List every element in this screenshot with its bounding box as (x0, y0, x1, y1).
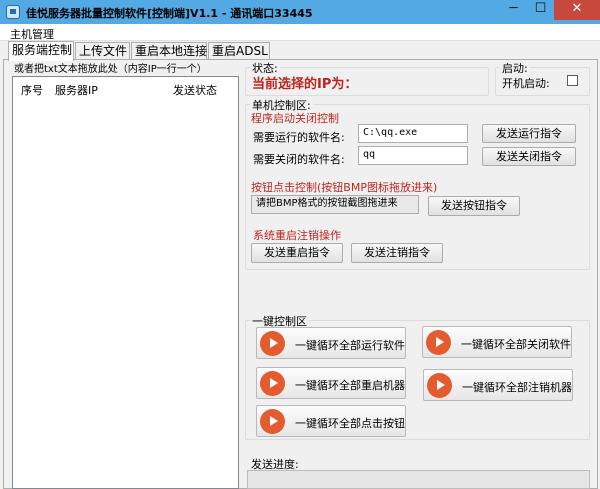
system-restart-heading: 系统重启注销操作 (253, 229, 341, 242)
autostart-checkbox[interactable] (567, 75, 578, 86)
close-software-label: 需要关闭的软件名: (253, 153, 345, 166)
button-click-heading: 按钮点击控制(按钮BMP图标拖放进来) (251, 181, 438, 194)
close-button[interactable]: ✕ (554, 0, 600, 20)
send-logoff-button[interactable]: 发送注销指令 (351, 243, 443, 263)
send-restart-button[interactable]: 发送重启指令 (251, 243, 343, 263)
run-all-button[interactable]: 一键循环全部运行软件 (256, 327, 406, 359)
minimize-button[interactable]: ─ (500, 0, 527, 20)
restart-all-label: 一键循环全部重启机器 (295, 379, 405, 392)
send-button-click-button[interactable]: 发送按钮指令 (428, 196, 520, 216)
column-header-server-ip[interactable]: 服务器IP (55, 82, 98, 98)
click-all-button[interactable]: 一键循环全部点击按钮 (256, 405, 406, 437)
column-header-send-status[interactable]: 发送状态 (173, 82, 217, 98)
maximize-button[interactable]: ☐ (527, 0, 554, 20)
close-software-input[interactable]: qq (358, 146, 468, 165)
window-title: 佳悦服务器批量控制软件[控制端]V1.1 - 通讯端口33445 (26, 7, 313, 20)
play-icon (260, 331, 285, 356)
program-control-heading: 程序启动关闭控制 (251, 112, 339, 125)
logoff-all-label: 一键循环全部注销机器 (462, 381, 572, 394)
play-icon (427, 373, 452, 398)
run-software-input[interactable]: C:\qq.exe (358, 124, 468, 143)
click-all-label: 一键循环全部点击按钮 (295, 417, 405, 430)
server-list[interactable]: 序号 服务器IP 发送状态 (12, 76, 239, 489)
app-icon (6, 5, 20, 19)
autostart-label: 开机启动: (502, 77, 550, 90)
tab-restart-local-connection[interactable]: 重启本地连接 (131, 42, 207, 60)
column-header-index[interactable]: 序号 (21, 82, 43, 98)
menu-bar: 主机管理 (0, 24, 600, 41)
close-all-label: 一键循环全部关闭软件 (461, 338, 571, 351)
tab-upload-file[interactable]: 上传文件 (75, 42, 130, 60)
send-progress-bar (247, 470, 590, 489)
play-icon (426, 330, 451, 355)
title-bar: 佳悦服务器批量控制软件[控制端]V1.1 - 通讯端口33445 ─ ☐ ✕ (0, 0, 600, 24)
close-all-button[interactable]: 一键循环全部关闭软件 (422, 326, 572, 358)
run-software-label: 需要运行的软件名: (253, 131, 345, 144)
drop-hint-text: 或者把txt文本拖放此处（内容IP一行一个） (14, 64, 207, 75)
send-run-button[interactable]: 发送运行指令 (482, 124, 576, 143)
run-all-label: 一键循环全部运行软件 (295, 339, 405, 352)
restart-all-button[interactable]: 一键循环全部重启机器 (256, 367, 406, 399)
current-ip-label: 当前选择的IP为： (252, 77, 358, 92)
play-icon (260, 371, 285, 396)
tab-restart-adsl[interactable]: 重启ADSL (208, 42, 270, 60)
bmp-drop-field[interactable]: 请把BMP格式的按钮截图拖进来 (251, 195, 419, 214)
tab-server-control[interactable]: 服务端控制 (8, 41, 74, 61)
play-icon (260, 409, 285, 434)
logoff-all-button[interactable]: 一键循环全部注销机器 (423, 369, 573, 401)
startup-group-title: 启动: (500, 60, 530, 76)
menu-host-management[interactable]: 主机管理 (10, 26, 54, 42)
send-close-button[interactable]: 发送关闭指令 (482, 147, 576, 166)
